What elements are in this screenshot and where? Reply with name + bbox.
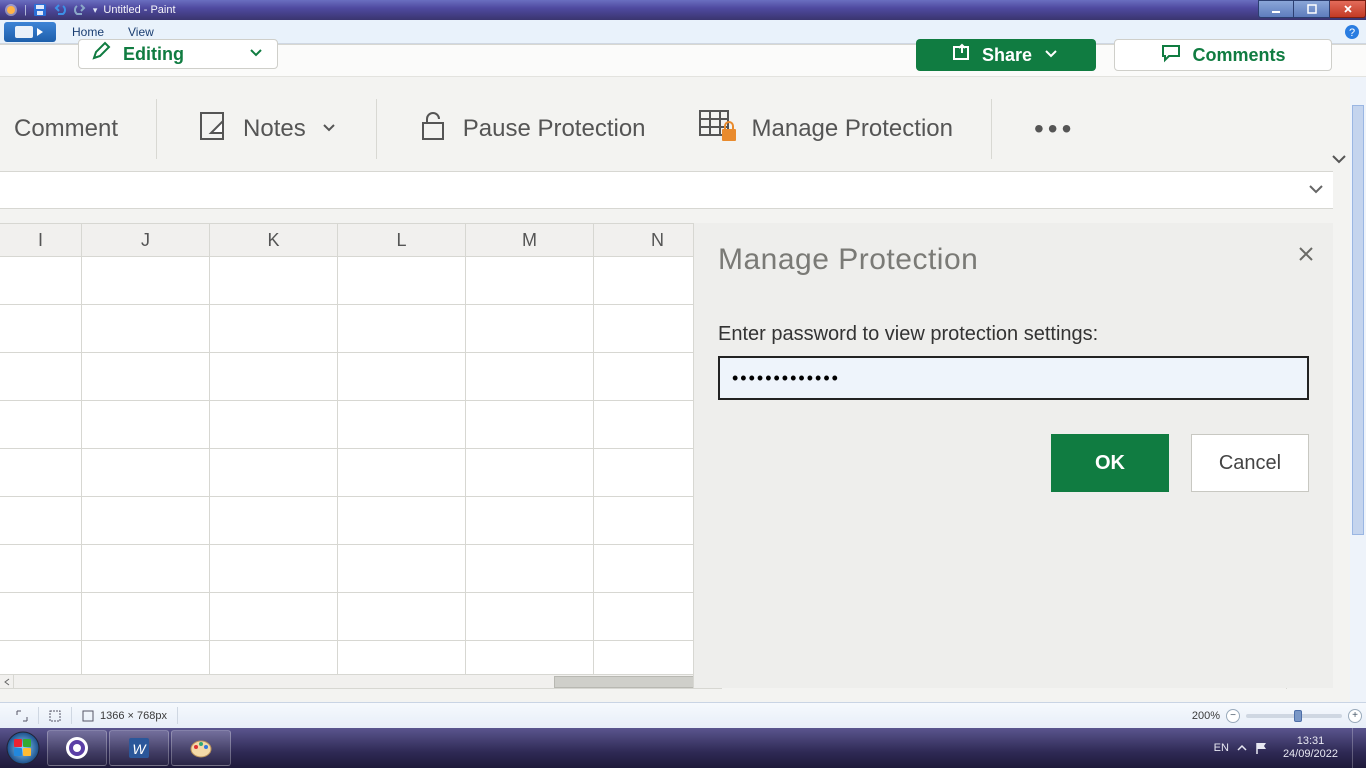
excel-ribbon: Comment Notes Pause Protection [0,87,1366,171]
pause-protection-label: Pause Protection [463,115,646,143]
note-icon [195,109,229,150]
column-header[interactable]: I [0,224,82,256]
comments-label: Comments [1192,45,1285,66]
panel-close-button[interactable] [1297,245,1315,269]
canvas-size-value: 1366 × 768px [100,710,167,722]
undo-icon[interactable] [53,3,67,17]
column-header[interactable]: L [338,224,466,256]
system-tray: EN 13:31 24/09/2022 [1214,728,1366,768]
zoom-slider[interactable] [1246,714,1342,718]
chevron-down-icon [320,115,338,143]
svg-text:?: ? [1349,27,1355,39]
paint-status-bar: 1366 × 768px 200% − + [0,702,1366,728]
column-header[interactable]: M [466,224,594,256]
unlock-icon [415,107,449,152]
maximize-button[interactable] [1294,0,1330,18]
notes-label: Notes [243,115,306,143]
password-label: Enter password to view protection settin… [718,323,1309,346]
selection-size-icon [39,710,71,722]
redo-icon[interactable] [73,3,87,17]
formula-bar-expand-icon[interactable] [1306,179,1326,204]
ribbon-separator [156,99,157,159]
column-header[interactable]: J [82,224,210,256]
qat-dropdown-icon[interactable]: ▾ [93,5,98,16]
manage-protection-label: Manage Protection [752,115,953,143]
pencil-icon [91,41,113,68]
zoom-value: 200% [1192,710,1220,722]
comments-button[interactable]: Comments [1114,39,1332,71]
ribbon-comment-label: Comment [14,115,118,143]
ribbon-pause-protection[interactable]: Pause Protection [401,101,660,157]
qat-separator: | [24,4,27,16]
ribbon-separator [376,99,377,159]
tray-expand-icon[interactable] [1237,743,1247,753]
taskbar-app-browser[interactable] [47,730,107,766]
share-button[interactable]: Share [916,39,1096,71]
zoom-slider-thumb[interactable] [1294,710,1302,722]
paint-file-button[interactable] [4,22,56,42]
manage-protection-panel: Manage Protection Enter password to view… [693,223,1333,688]
excel-canvas-area: Editing Share Comments Comment [0,44,1366,702]
column-header[interactable]: K [210,224,338,256]
share-label: Share [982,45,1032,66]
help-icon[interactable]: ? [1344,24,1360,40]
editing-label: Editing [123,44,184,65]
minimize-button[interactable] [1258,0,1294,18]
canvas-size: 1366 × 768px [72,710,177,722]
panel-title: Manage Protection [718,243,1309,277]
close-button[interactable] [1330,0,1366,18]
cancel-button[interactable]: Cancel [1191,434,1309,492]
editing-mode-button[interactable]: Editing [78,39,278,69]
share-icon [952,43,972,68]
formula-bar[interactable] [0,171,1333,209]
start-button[interactable] [0,728,46,768]
ribbon-separator [991,99,992,159]
taskbar-app-word[interactable]: W [109,730,169,766]
flag-icon[interactable] [1255,741,1269,755]
windows-taskbar: W EN 13:31 24/09/2022 [0,728,1366,768]
excel-top-strip: Editing Share Comments [0,45,1366,77]
window-titlebar: | ▾ Untitled - Paint [0,0,1366,20]
zoom-in-button[interactable]: + [1348,709,1362,723]
window-controls [1258,0,1366,18]
paint-app-icon [4,3,18,17]
ribbon-notes[interactable]: Notes [181,101,352,157]
svg-text:W: W [132,741,147,757]
chevron-down-icon [247,43,265,66]
taskbar-app-paint[interactable] [171,730,231,766]
quick-access-toolbar: | ▾ [0,3,97,17]
language-indicator[interactable]: EN [1214,742,1229,754]
scroll-left-icon[interactable] [0,675,14,689]
cursor-position-icon [6,710,38,722]
ribbon-manage-protection[interactable]: Manage Protection [684,101,967,157]
zoom-out-button[interactable]: − [1226,709,1240,723]
zoom-controls: 200% − + [1192,703,1362,728]
ribbon-overflow-button[interactable]: ••• [1016,113,1093,145]
sheet-lock-icon [698,107,738,152]
tray-time: 13:31 [1283,735,1338,748]
tray-clock[interactable]: 13:31 24/09/2022 [1277,735,1344,761]
chevron-down-icon [1042,44,1060,67]
ok-button[interactable]: OK [1051,434,1169,492]
save-icon[interactable] [33,3,47,17]
password-input[interactable] [718,356,1309,400]
panel-actions: OK Cancel [718,434,1309,492]
ribbon-comment[interactable]: Comment [0,101,132,157]
window-title: Untitled - Paint [103,4,175,16]
tray-date: 24/09/2022 [1283,748,1338,761]
comment-icon [1160,42,1182,69]
show-desktop-button[interactable] [1352,728,1364,768]
